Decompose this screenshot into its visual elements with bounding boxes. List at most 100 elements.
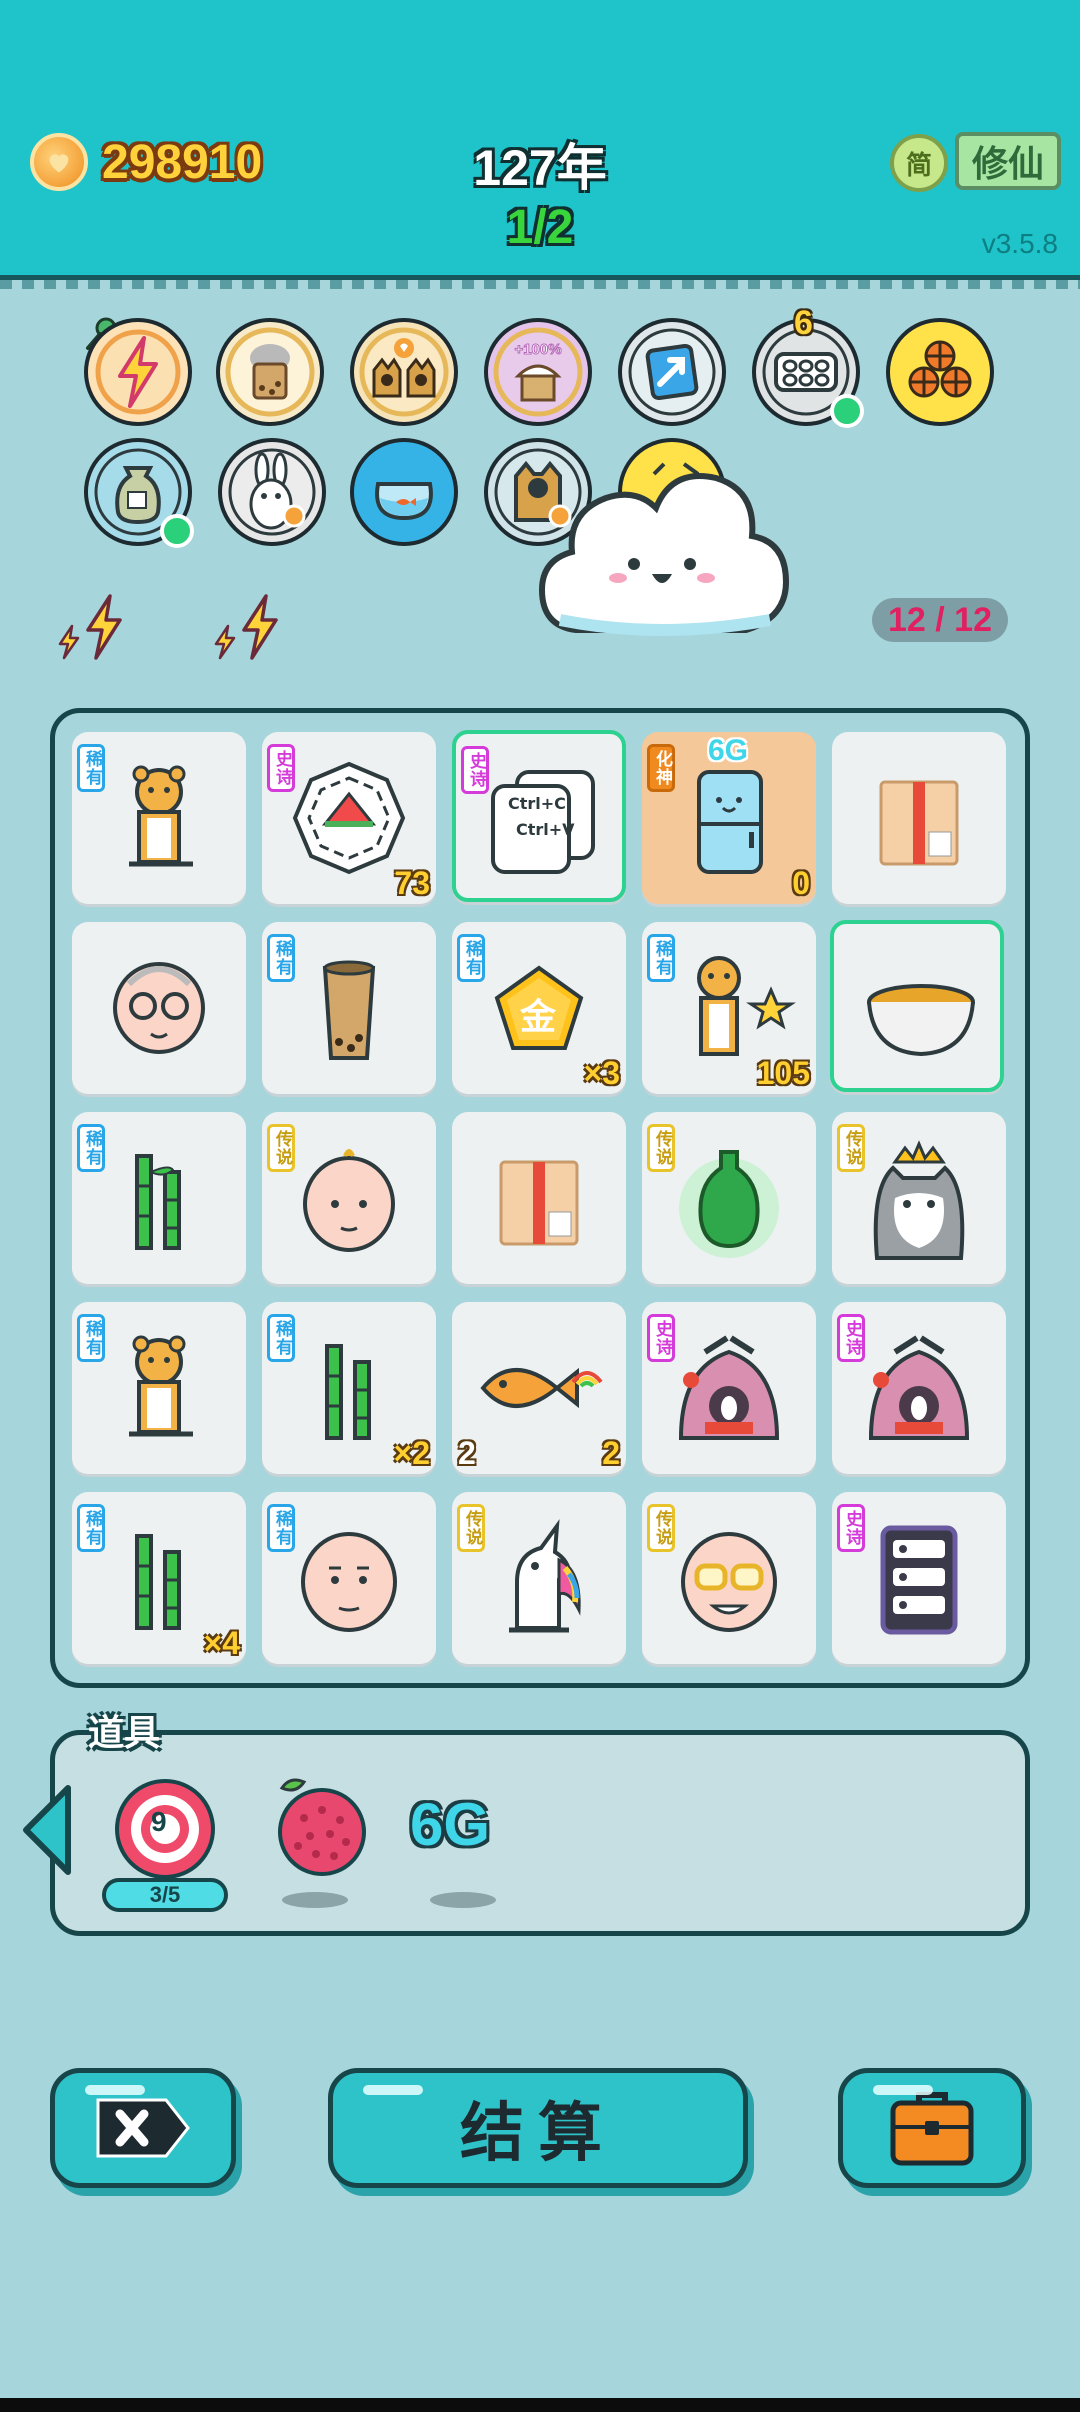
lightning-icon [86, 594, 122, 660]
item-count: ×2 [393, 1435, 430, 1471]
small-lightning-icon [214, 624, 236, 660]
rarity-tag: 传说 [647, 1124, 675, 1172]
grid-cell[interactable]: 传说 [452, 1492, 626, 1664]
rarity-tag: 史诗 [461, 746, 489, 794]
rarity-tag: 稀有 [267, 934, 295, 982]
item-count: 105 [756, 1055, 810, 1091]
6g-badge: 6G [708, 734, 749, 767]
target-number: 9 [151, 1806, 167, 1837]
plus-100-buff-icon[interactable]: +100% [484, 318, 592, 426]
grid-cell[interactable]: 史诗 [642, 1302, 816, 1474]
round-counter: 1/2 [506, 201, 574, 254]
tiger-icon [129, 1335, 193, 1437]
arrow-card-buff-icon[interactable] [618, 318, 726, 426]
grid-cell[interactable]: 稀有 [72, 732, 246, 904]
bald-head-icon [303, 1149, 395, 1252]
bag-button[interactable] [838, 2068, 1026, 2188]
rarity-tag: 稀有 [77, 1314, 105, 1362]
grandpa-gold-glasses-icon [681, 1532, 777, 1632]
exit-button[interactable] [50, 2068, 236, 2188]
grid-cell[interactable]: 2 2 [452, 1302, 626, 1474]
grid-cell[interactable] [72, 922, 246, 1094]
rarity-tag: 史诗 [647, 1314, 675, 1362]
energy-bolts-2 [212, 580, 282, 660]
bald-man-icon [301, 1532, 397, 1632]
cat-pair-buff-icon[interactable] [350, 318, 458, 426]
grid-cell[interactable]: 稀有 [262, 922, 436, 1094]
item-count: 0 [792, 865, 810, 901]
fishbowl-buff-icon[interactable] [350, 438, 458, 546]
item-count: 2 [602, 1435, 620, 1471]
6g-prop[interactable]: 6G [410, 1790, 490, 1859]
rarity-tag: 稀有 [77, 1124, 105, 1172]
rarity-tag: 稀有 [457, 934, 485, 982]
grid-cell[interactable]: 金 稀有 ×3 [452, 922, 626, 1094]
grid-cell-selected[interactable]: Ctrl+C Ctrl+V 史诗 [452, 730, 626, 902]
props-title: 道具 [88, 1713, 161, 1754]
xiuxian-button[interactable]: 修仙 [955, 132, 1061, 190]
briefcase-icon [890, 2092, 974, 2166]
cloud-mascot [538, 473, 790, 636]
grid-cell[interactable]: 传说 [642, 1492, 816, 1664]
stack-count: 6 [794, 304, 813, 342]
grid-cell[interactable]: 稀有 [262, 1492, 436, 1664]
parcel-box-icon [879, 780, 959, 866]
grid-cell[interactable]: 稀有 ×4 [72, 1492, 246, 1664]
rabbit-buff-icon[interactable] [218, 438, 326, 546]
grid-cell[interactable]: 稀有 [72, 1302, 246, 1474]
6g-prop-label: 6G [410, 1791, 491, 1858]
coin-amount: 298910 [102, 135, 263, 189]
coin-balance: 298910 [30, 132, 262, 192]
rarity-tag: 稀有 [77, 744, 105, 792]
grid-cell[interactable]: 传说 [642, 1112, 816, 1284]
basketballs-buff-icon[interactable] [886, 318, 994, 426]
ctrl-c-label: Ctrl+C [508, 794, 566, 813]
svg-text:+100%: +100% [514, 341, 561, 358]
fridge-icon [697, 770, 763, 874]
grid-cell[interactable]: 化神 6G 0 [642, 732, 816, 904]
item-count: ×3 [583, 1055, 620, 1091]
old-man-glasses-icon [113, 962, 205, 1054]
server-rack-icon [880, 1525, 958, 1635]
status-dot [160, 514, 194, 548]
year-counter: 127年 [473, 140, 607, 196]
grid-cell[interactable]: 传说 [832, 1112, 1006, 1284]
lychee-shadow [282, 1892, 348, 1908]
rarity-tag: 传说 [837, 1124, 865, 1172]
language-toggle-button[interactable]: 简 [890, 134, 948, 192]
rarity-tag: 化神 [647, 744, 675, 792]
grid-cell[interactable]: 稀有 [72, 1112, 246, 1284]
rarity-tag: 史诗 [837, 1314, 865, 1362]
grid-cell[interactable]: 史诗 73 [262, 732, 436, 904]
rainbow-fish-icon [480, 1367, 603, 1409]
grid-cell[interactable] [832, 732, 1006, 904]
rarity-tag: 传说 [457, 1504, 485, 1552]
rarity-tag: 传说 [267, 1124, 295, 1172]
lightning-buff-icon[interactable] [84, 318, 192, 426]
left-arrow-icon[interactable] [18, 1780, 82, 1880]
delete-icon [96, 2098, 190, 2158]
lightning-icon [242, 594, 278, 660]
unicorn-icon [509, 1519, 581, 1633]
ctrl-v-label: Ctrl+V [516, 820, 575, 839]
rarity-tag: 稀有 [77, 1504, 105, 1552]
top-bar: 298910 127年 1/2 简 修仙 v3.5.8 [0, 0, 1080, 289]
grid-cell[interactable]: 传说 [262, 1112, 436, 1284]
grid-cell-selected[interactable] [830, 920, 1004, 1092]
grid-cell[interactable]: 史诗 [832, 1302, 1006, 1474]
grid-cell[interactable]: 稀有 105 [642, 922, 816, 1094]
rarity-tag: 史诗 [267, 744, 295, 792]
lychee-icon[interactable] [264, 1770, 374, 1880]
milk-tea-buff-icon[interactable] [216, 318, 324, 426]
rarity-tag: 稀有 [647, 934, 675, 982]
grid-cell[interactable]: 稀有 ×2 [262, 1302, 436, 1474]
soup-bowl-icon [867, 984, 975, 1057]
rabbit-house-icon [678, 1335, 780, 1440]
status-dot [830, 394, 864, 428]
settle-button[interactable]: 结算 [328, 2068, 748, 2188]
grid-cell[interactable] [452, 1112, 626, 1284]
item-count: 73 [394, 865, 430, 901]
target-progress: 3/5 [102, 1878, 228, 1912]
rarity-tag: 稀有 [267, 1314, 295, 1362]
grid-cell[interactable]: 史诗 [832, 1492, 1006, 1664]
